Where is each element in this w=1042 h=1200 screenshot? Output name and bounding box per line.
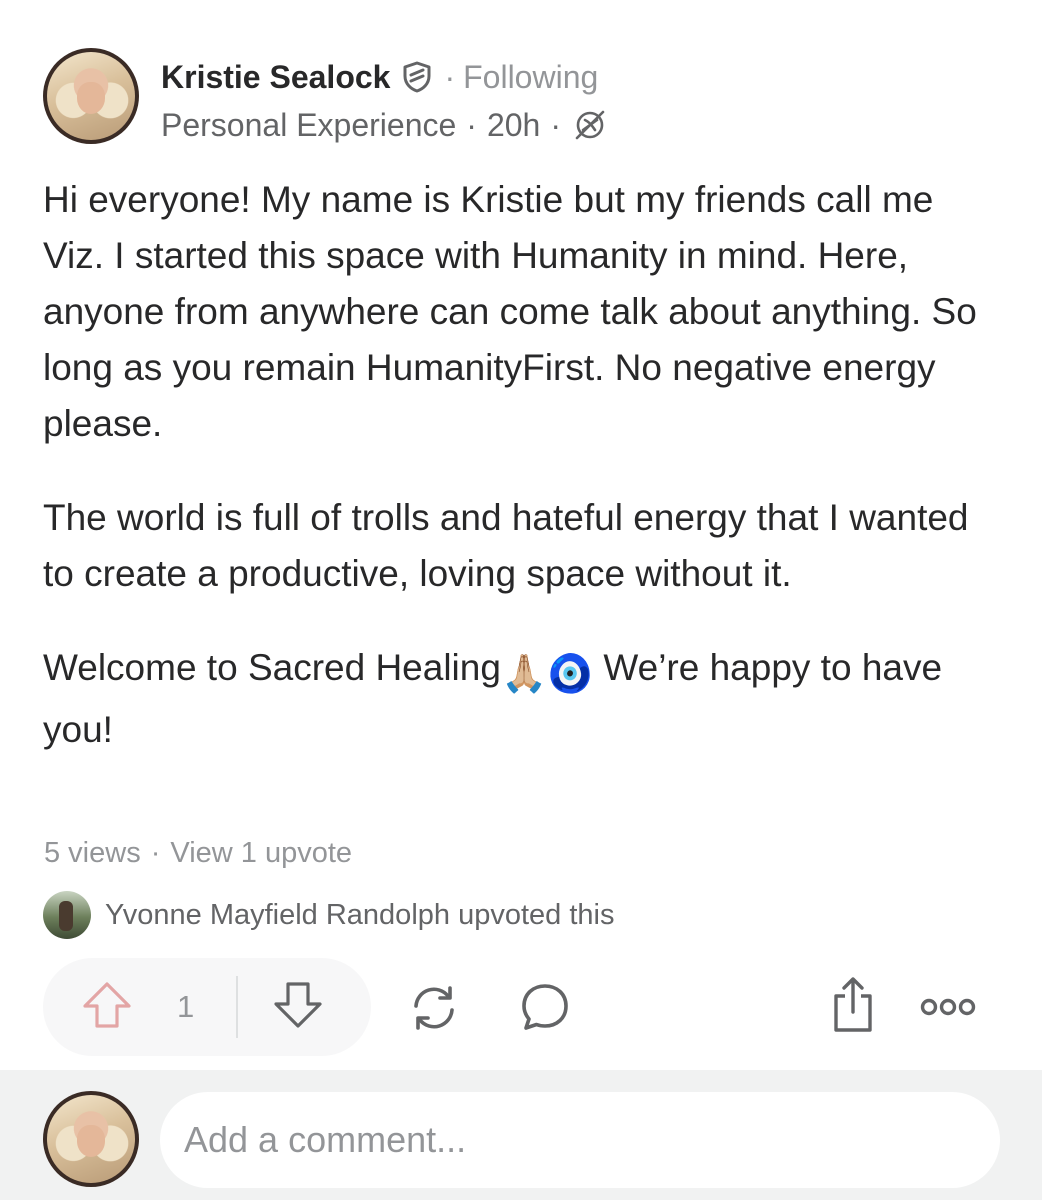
vote-pill: 1	[43, 958, 371, 1056]
comment-bar	[0, 1070, 1042, 1200]
upvoter-avatar[interactable]	[43, 891, 91, 939]
upload-icon	[828, 977, 878, 1038]
stats-separator: ·	[150, 837, 161, 869]
post-paragraph: Hi everyone! My name is Kristie but my f…	[43, 179, 977, 444]
time-separator: ·	[550, 107, 561, 143]
upvote-count: 1	[177, 989, 195, 1024]
upload-button[interactable]	[828, 976, 878, 1039]
share-button[interactable]	[406, 980, 462, 1041]
post-card: Kristie Sealock · Following Personal Exp…	[0, 0, 1042, 1070]
post-body: Hi everyone! My name is Kristie but my f…	[43, 172, 1003, 796]
more-dots-icon	[918, 998, 978, 1026]
share-icon	[406, 986, 462, 1040]
downvote-button[interactable]	[272, 981, 324, 1034]
author-name[interactable]: Kristie Sealock	[161, 58, 390, 96]
upvote-icon	[81, 981, 133, 1034]
post-time[interactable]: 20h	[487, 106, 540, 144]
comment-input[interactable]	[160, 1092, 1000, 1188]
shield-icon	[402, 61, 432, 93]
current-user-avatar[interactable]	[43, 1091, 139, 1187]
name-separator: ·	[444, 59, 456, 95]
no-reshare-icon	[573, 108, 607, 142]
author-subline: Personal Experience · 20h ·	[161, 106, 607, 144]
author-credential[interactable]: Personal Experience	[161, 106, 456, 144]
vote-divider	[236, 976, 239, 1038]
upvote-button[interactable]	[81, 981, 133, 1034]
view-upvotes-link[interactable]: View 1 upvote	[170, 837, 352, 870]
prayer-evil-eye-emoji: 🙏🏼🧿	[500, 653, 594, 694]
current-user-avatar-image	[47, 1095, 135, 1183]
more-options-button[interactable]	[918, 992, 978, 1027]
view-count: 5 views	[44, 837, 141, 869]
comment-button[interactable]	[518, 980, 572, 1039]
post-paragraph: The world is full of trolls and hateful …	[43, 497, 969, 594]
upvoter-text: Yvonne Mayfield Randolph upvoted this	[105, 898, 615, 931]
author-name-row: Kristie Sealock · Following	[161, 58, 607, 96]
author-avatar[interactable]	[43, 48, 139, 144]
downvote-icon	[272, 981, 324, 1034]
post-header: Kristie Sealock · Following Personal Exp…	[43, 48, 607, 144]
follow-status[interactable]: Following	[463, 58, 598, 96]
post-paragraph-welcome: Welcome to Sacred Healing🙏🏼🧿 We’re happy…	[43, 640, 1003, 758]
credential-separator: ·	[466, 107, 477, 143]
welcome-text: Welcome to Sacred Healing	[43, 647, 501, 688]
post-stats: 5 views · View 1 upvote	[44, 837, 352, 870]
comment-bubble-icon	[518, 984, 572, 1038]
author-meta: Kristie Sealock · Following Personal Exp…	[161, 58, 607, 144]
author-avatar-image	[47, 52, 135, 140]
upvoter-row[interactable]: Yvonne Mayfield Randolph upvoted this	[43, 891, 614, 939]
